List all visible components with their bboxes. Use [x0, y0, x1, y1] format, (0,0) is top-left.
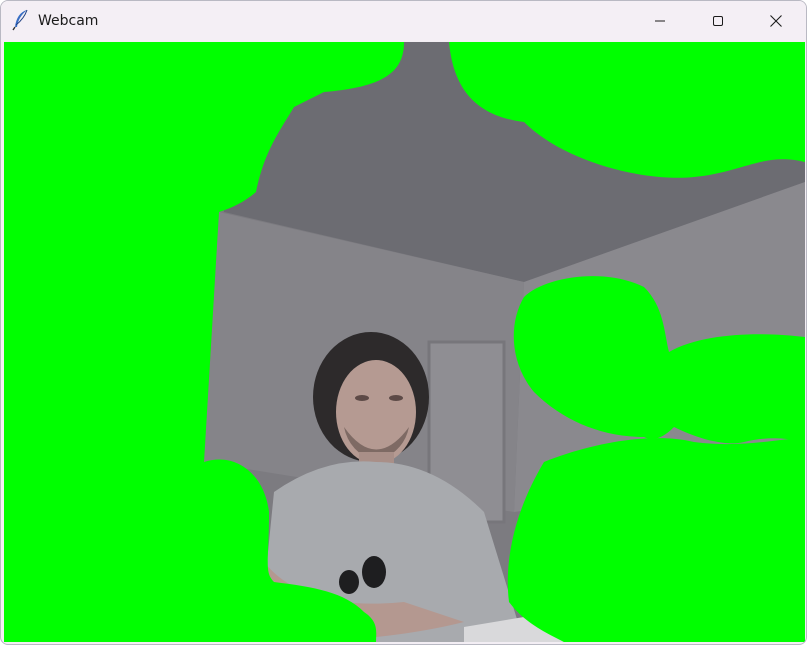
minimize-icon: [655, 20, 665, 22]
maximize-button[interactable]: [689, 1, 747, 41]
window-title: Webcam: [38, 13, 99, 29]
minimize-button[interactable]: [631, 1, 689, 41]
webcam-feed: [4, 42, 805, 642]
feather-icon: [12, 9, 28, 31]
close-icon: [770, 15, 782, 27]
maximize-icon: [713, 16, 723, 26]
webcam-frame-image: [4, 42, 805, 642]
webcam-window: Webcam: [0, 0, 807, 645]
title-bar[interactable]: Webcam: [1, 1, 806, 41]
close-button[interactable]: [747, 1, 805, 41]
